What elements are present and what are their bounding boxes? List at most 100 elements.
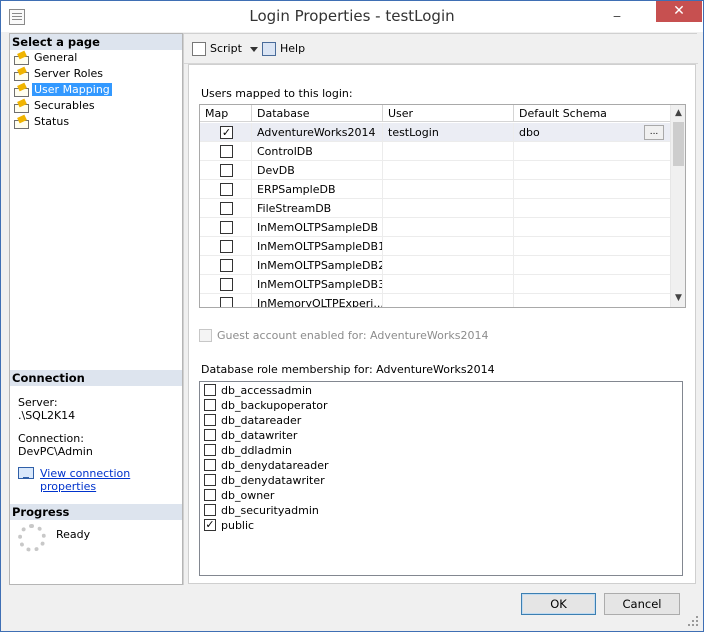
list-item[interactable]: db_denydatareader bbox=[204, 458, 329, 473]
role-checkbox[interactable] bbox=[204, 444, 216, 456]
map-checkbox[interactable] bbox=[220, 221, 233, 234]
page-icon bbox=[14, 68, 29, 81]
table-row[interactable]: InMemOLTPSampleDB2 bbox=[200, 256, 670, 275]
users-mapped-grid: Map Database User Default Schema Adventu… bbox=[199, 104, 686, 308]
progress-header: Progress bbox=[10, 504, 182, 520]
role-checkbox[interactable] bbox=[204, 519, 216, 531]
users-mapped-label: Users mapped to this login: bbox=[201, 87, 353, 100]
table-row[interactable]: InMemOLTPSampleDB bbox=[200, 218, 670, 237]
database-cell: InMemoryOLTPExperi... bbox=[252, 294, 383, 307]
map-cell bbox=[200, 275, 252, 294]
role-checkbox[interactable] bbox=[204, 429, 216, 441]
list-item[interactable]: db_owner bbox=[204, 488, 274, 503]
script-label: Script bbox=[210, 42, 242, 55]
guest-account-checkbox[interactable] bbox=[199, 329, 212, 342]
role-checkbox[interactable] bbox=[204, 489, 216, 501]
map-checkbox[interactable] bbox=[220, 259, 233, 272]
table-row[interactable]: FileStreamDB bbox=[200, 199, 670, 218]
database-cell: InMemOLTPSampleDB2 bbox=[252, 256, 383, 275]
schema-cell bbox=[514, 294, 670, 307]
page-icon bbox=[14, 116, 29, 129]
schema-cell bbox=[514, 275, 670, 294]
role-checkbox[interactable] bbox=[204, 384, 216, 396]
page-item-securables[interactable]: Securables bbox=[10, 98, 182, 114]
schema-browse-button[interactable]: ... bbox=[644, 125, 664, 140]
map-cell bbox=[200, 237, 252, 256]
script-dropdown-arrow-icon[interactable] bbox=[250, 47, 258, 52]
list-item[interactable]: db_securityadmin bbox=[204, 503, 319, 518]
role-checkbox[interactable] bbox=[204, 414, 216, 426]
database-cell: InMemOLTPSampleDB3 bbox=[252, 275, 383, 294]
list-item[interactable]: db_datawriter bbox=[204, 428, 297, 443]
view-connection-properties-link[interactable]: View connection properties bbox=[18, 467, 182, 493]
schema-cell bbox=[514, 161, 670, 180]
user-cell bbox=[383, 161, 514, 180]
table-row[interactable]: DevDB bbox=[200, 161, 670, 180]
table-row[interactable]: AdventureWorks2014 testLogin dbo ... bbox=[200, 123, 670, 142]
list-item[interactable]: db_backupoperator bbox=[204, 398, 328, 413]
database-cell: FileStreamDB bbox=[252, 199, 383, 218]
connection-value: DevPC\Admin bbox=[18, 445, 93, 458]
list-item[interactable]: db_ddladmin bbox=[204, 443, 292, 458]
map-checkbox[interactable] bbox=[220, 297, 233, 307]
column-header-default-schema[interactable]: Default Schema bbox=[514, 105, 670, 122]
role-name: db_accessadmin bbox=[221, 384, 312, 397]
column-header-database[interactable]: Database bbox=[252, 105, 383, 122]
role-checkbox[interactable] bbox=[204, 504, 216, 516]
list-item[interactable]: db_denydatawriter bbox=[204, 473, 325, 488]
cancel-button[interactable]: Cancel bbox=[604, 593, 680, 615]
scrollbar-thumb[interactable] bbox=[673, 122, 684, 166]
table-row[interactable]: InMemOLTPSampleDB1 bbox=[200, 237, 670, 256]
map-checkbox[interactable] bbox=[220, 126, 233, 139]
script-icon bbox=[192, 42, 206, 56]
minimize-button[interactable]: _ bbox=[604, 1, 630, 22]
map-checkbox[interactable] bbox=[220, 202, 233, 215]
map-checkbox[interactable] bbox=[220, 183, 233, 196]
grid-vertical-scrollbar[interactable]: ▲ ▼ bbox=[670, 105, 685, 307]
page-item-server-roles[interactable]: Server Roles bbox=[10, 66, 182, 82]
map-cell bbox=[200, 199, 252, 218]
close-button[interactable]: ✕ bbox=[656, 1, 702, 22]
user-cell bbox=[383, 142, 514, 161]
map-cell bbox=[200, 161, 252, 180]
page-item-user-mapping[interactable]: User Mapping bbox=[10, 82, 182, 98]
role-name: db_ddladmin bbox=[221, 444, 292, 457]
page-item-label: Status bbox=[34, 115, 70, 128]
list-item[interactable]: public bbox=[204, 518, 254, 533]
table-row[interactable]: InMemOLTPSampleDB3 bbox=[200, 275, 670, 294]
table-row[interactable]: ControlDB bbox=[200, 142, 670, 161]
progress-status: Ready bbox=[56, 528, 91, 541]
scroll-up-icon[interactable]: ▲ bbox=[671, 105, 685, 122]
help-button[interactable]: Help bbox=[262, 41, 305, 57]
map-checkbox[interactable] bbox=[220, 164, 233, 177]
list-item[interactable]: db_datareader bbox=[204, 413, 301, 428]
column-header-user[interactable]: User bbox=[383, 105, 514, 122]
resize-grip-icon[interactable] bbox=[686, 614, 700, 628]
role-checkbox[interactable] bbox=[204, 474, 216, 486]
column-header-map[interactable]: Map bbox=[200, 105, 252, 122]
database-cell: AdventureWorks2014 bbox=[252, 123, 383, 142]
user-mapping-panel: Users mapped to this login: Map Database… bbox=[188, 64, 696, 584]
role-checkbox[interactable] bbox=[204, 459, 216, 471]
view-connection-properties-label: View connection properties bbox=[40, 467, 131, 493]
map-checkbox[interactable] bbox=[220, 278, 233, 291]
guest-account-label: Guest account enabled for: AdventureWork… bbox=[217, 329, 489, 342]
list-item[interactable]: db_accessadmin bbox=[204, 383, 312, 398]
page-item-status[interactable]: Status bbox=[10, 114, 182, 130]
connection-properties-icon bbox=[18, 466, 35, 480]
database-cell: DevDB bbox=[252, 161, 383, 180]
table-row[interactable]: ERPSampleDB bbox=[200, 180, 670, 199]
table-row[interactable]: InMemoryOLTPExperi... bbox=[200, 294, 670, 307]
role-checkbox[interactable] bbox=[204, 399, 216, 411]
connection-section: Connection Server: .\SQL2K14 Connection:… bbox=[10, 370, 182, 493]
page-item-general[interactable]: General bbox=[10, 50, 182, 66]
scroll-down-icon[interactable]: ▼ bbox=[671, 290, 685, 307]
map-cell bbox=[200, 294, 252, 307]
user-cell[interactable]: testLogin bbox=[383, 123, 514, 142]
script-button[interactable]: Script bbox=[192, 41, 242, 57]
map-checkbox[interactable] bbox=[220, 240, 233, 253]
map-checkbox[interactable] bbox=[220, 145, 233, 158]
ok-button[interactable]: OK bbox=[521, 593, 596, 615]
database-cell: InMemOLTPSampleDB1 bbox=[252, 237, 383, 256]
database-cell: ERPSampleDB bbox=[252, 180, 383, 199]
